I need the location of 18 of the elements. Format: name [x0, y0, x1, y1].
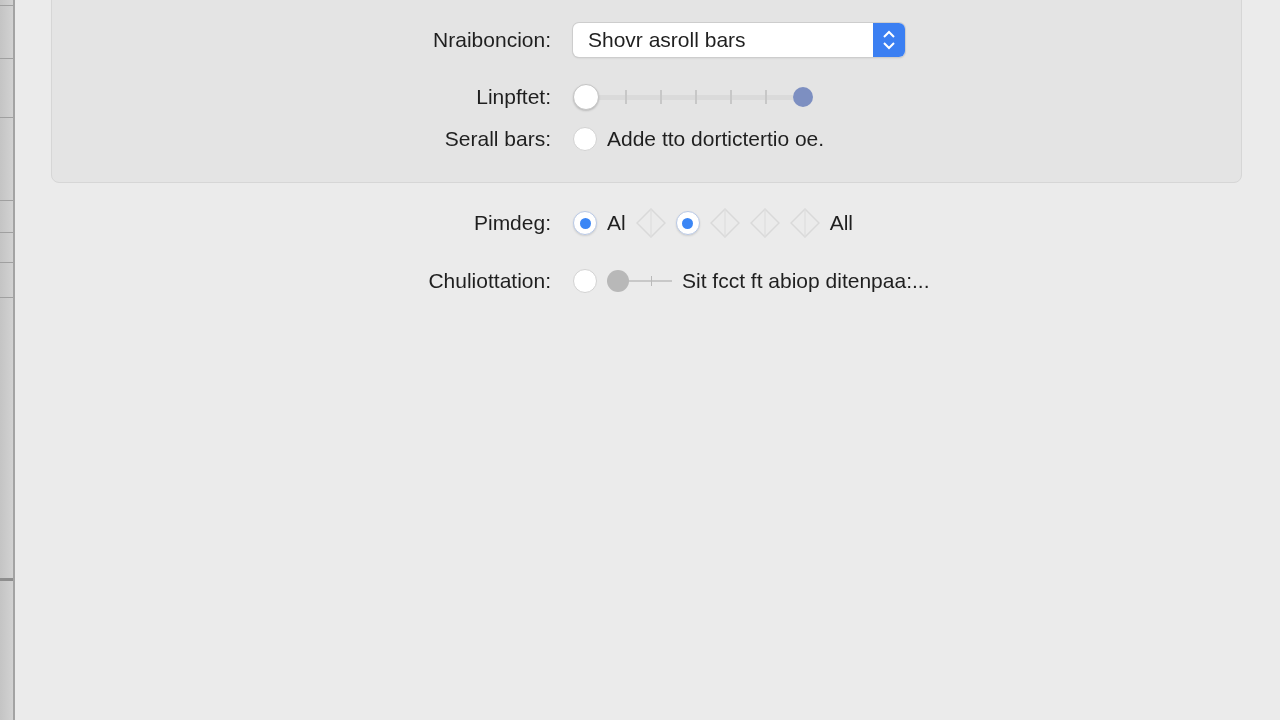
radio-button[interactable] [675, 211, 700, 235]
slider-thumb[interactable] [607, 270, 629, 292]
field-label: Serall bars: [443, 127, 551, 151]
option-label: All [829, 211, 854, 235]
option-label: Al [607, 211, 626, 235]
chevron-up-down-icon [873, 23, 905, 57]
field-label: Linpftet: [475, 85, 551, 109]
field-label: Pimdeg: [472, 211, 551, 235]
slider-thumb[interactable] [573, 84, 599, 110]
radio-button[interactable] [573, 269, 597, 293]
radio-button[interactable] [573, 127, 597, 151]
option-label: Sit fcct ft abiop ditenpaa:... [682, 269, 930, 293]
dot-icon [793, 87, 813, 107]
field-label: Chuliottation: [427, 269, 551, 293]
popup-button[interactable]: Shovr asroll bars [573, 23, 905, 57]
radio-button[interactable] [573, 211, 597, 235]
field-label: Nraiboncion: [432, 28, 551, 52]
option-label: Adde tto dortictertio oe. [607, 127, 825, 151]
